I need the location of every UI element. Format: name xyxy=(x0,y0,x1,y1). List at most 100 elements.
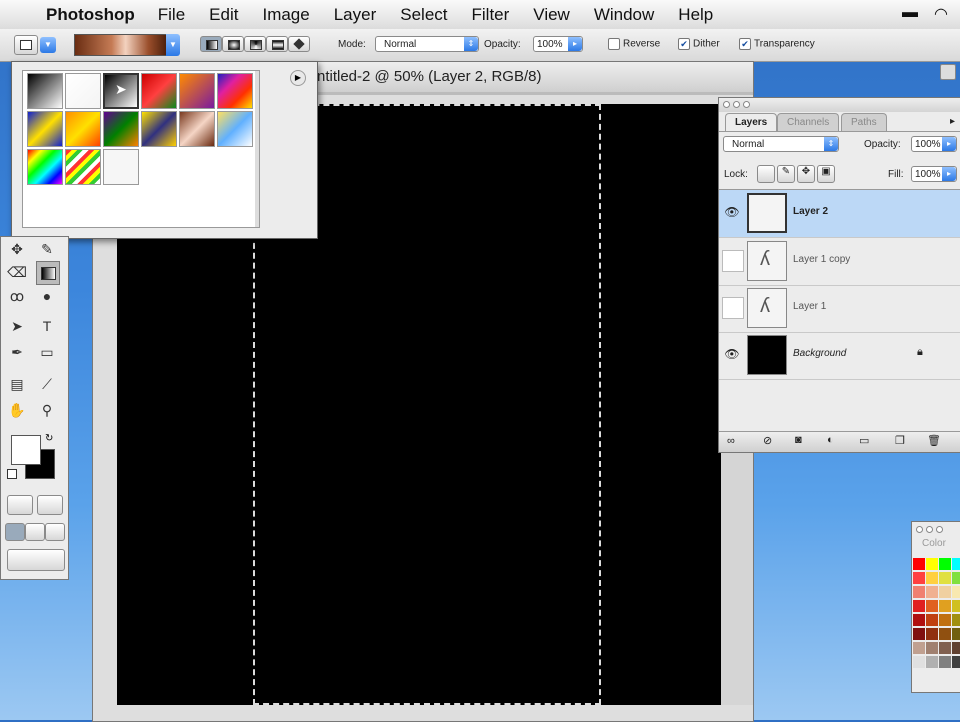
layer-opacity-field[interactable]: 100% ▸ xyxy=(911,136,957,152)
swatch[interactable] xyxy=(952,572,960,584)
new-layer-icon[interactable]: ❐ xyxy=(895,434,905,447)
visibility-toggle-empty[interactable] xyxy=(722,250,744,272)
color-panel-close-button[interactable] xyxy=(916,526,923,533)
dodge-tool-icon[interactable]: ● xyxy=(36,285,58,307)
adjustment-layer-icon[interactable]: ◐ xyxy=(827,434,834,446)
layer-row-layer-1[interactable]: ʎ Layer 1 xyxy=(719,285,960,333)
menu-window[interactable]: Window xyxy=(594,5,654,25)
swatch[interactable] xyxy=(939,586,951,598)
visibility-eye-icon[interactable]: 👁 xyxy=(722,344,742,364)
display-icon[interactable]: ▬ xyxy=(902,4,918,24)
swatch[interactable] xyxy=(939,656,951,668)
eraser-tool-icon[interactable]: ⌫ xyxy=(6,261,28,283)
transparency-checkbox[interactable]: ✔ Transparency xyxy=(739,38,815,50)
swatch[interactable] xyxy=(952,642,960,654)
layer-row-layer-2[interactable]: 👁 Layer 2 xyxy=(719,190,960,238)
lock-pixels-brush-icon[interactable]: ✎ xyxy=(777,165,795,183)
lock-position-move-icon[interactable]: ✥ xyxy=(797,165,815,183)
swatch[interactable] xyxy=(952,656,960,668)
panel-menu-arrow-icon[interactable]: ▸ xyxy=(950,116,955,127)
reverse-checkbox[interactable]: Reverse xyxy=(608,38,660,50)
swatch[interactable] xyxy=(913,558,925,570)
history-brush-tool-icon[interactable]: ✥ xyxy=(6,238,28,260)
menu-file[interactable]: File xyxy=(158,5,185,25)
swatch[interactable] xyxy=(926,628,938,640)
gradient-swatch-chrome[interactable] xyxy=(217,111,253,147)
menu-select[interactable]: Select xyxy=(400,5,447,25)
gradient-swatch-blue-yellow-blue[interactable] xyxy=(27,111,63,147)
swatch[interactable] xyxy=(939,572,951,584)
panel-close-button[interactable] xyxy=(723,101,730,108)
standard-mode-button[interactable] xyxy=(7,495,33,515)
gradient-swatch-yellow-violet[interactable] xyxy=(141,111,177,147)
screen-mode-full-button[interactable] xyxy=(45,523,65,541)
eyedropper-tool-icon[interactable]: ⟋ xyxy=(36,373,58,395)
layer-group-icon[interactable]: ▭ xyxy=(859,434,869,447)
swatch[interactable] xyxy=(939,628,951,640)
gradient-swatch-black-white[interactable] xyxy=(27,73,63,109)
angle-gradient-button[interactable] xyxy=(244,36,266,52)
jump-to-imageready-button[interactable] xyxy=(7,549,65,571)
swatch[interactable] xyxy=(952,558,960,570)
opacity-field[interactable]: 100% ▸ xyxy=(533,36,583,52)
gradient-swatch-red-green[interactable] xyxy=(141,73,177,109)
art-history-brush-tool-icon[interactable]: ✎ xyxy=(36,238,58,260)
wifi-icon[interactable]: ◠ xyxy=(934,4,948,24)
swatch[interactable] xyxy=(939,558,951,570)
swatch[interactable] xyxy=(913,628,925,640)
diamond-gradient-button[interactable] xyxy=(288,36,310,52)
gradient-swatch-transparent-stripes[interactable] xyxy=(103,149,139,185)
swatch[interactable] xyxy=(926,558,938,570)
swatch-scrollbar[interactable] xyxy=(255,71,259,227)
menu-filter[interactable]: Filter xyxy=(472,5,510,25)
gradient-swatch-violet-orange[interactable] xyxy=(179,73,215,109)
radial-gradient-button[interactable] xyxy=(222,36,244,52)
swatch[interactable] xyxy=(926,642,938,654)
menu-help[interactable]: Help xyxy=(678,5,713,25)
menu-image[interactable]: Image xyxy=(262,5,309,25)
swatch[interactable] xyxy=(913,614,925,626)
reflected-gradient-button[interactable] xyxy=(266,36,288,52)
tab-layers[interactable]: Layers xyxy=(725,113,778,132)
layer-row-background[interactable]: 👁 Background 🔒︎ xyxy=(719,332,960,380)
fill-field[interactable]: 100% ▸ xyxy=(911,166,957,182)
blur-tool-icon[interactable]: ꝏ xyxy=(6,285,28,307)
swatch[interactable] xyxy=(926,600,938,612)
foreground-color-swatch[interactable] xyxy=(11,435,41,465)
swatch[interactable] xyxy=(952,614,960,626)
swatch[interactable] xyxy=(926,572,938,584)
default-colors-icon[interactable] xyxy=(7,469,17,479)
blend-mode-dropdown[interactable]: Normal ⇕ xyxy=(723,136,839,152)
swatch[interactable] xyxy=(913,642,925,654)
gradient-swatch-blue-red-yellow[interactable] xyxy=(217,73,253,109)
linear-gradient-button[interactable] xyxy=(200,36,222,52)
lock-transparency-icon[interactable] xyxy=(757,165,775,183)
gradient-swatch-violet-green-orange[interactable] xyxy=(103,111,139,147)
tool-preset-dropdown-arrow[interactable]: ▼ xyxy=(40,37,56,53)
swatch[interactable] xyxy=(926,614,938,626)
gradient-picker-arrow[interactable]: ▼ xyxy=(166,34,180,56)
visibility-eye-icon[interactable]: 👁 xyxy=(722,202,742,222)
dither-checkbox[interactable]: ✔ Dither xyxy=(678,38,720,50)
hand-tool-icon[interactable]: ✋ xyxy=(6,399,28,421)
screen-mode-standard-button[interactable] xyxy=(5,523,25,541)
type-tool-icon[interactable]: T xyxy=(36,315,58,337)
notes-tool-icon[interactable]: ▤ xyxy=(6,373,28,395)
menu-view[interactable]: View xyxy=(533,5,570,25)
gradient-swatch-orange-yellow[interactable] xyxy=(65,111,101,147)
color-panel-minimize-button[interactable] xyxy=(926,526,933,533)
swatch[interactable] xyxy=(913,572,925,584)
window-zoom-widget[interactable] xyxy=(940,64,956,80)
menu-edit[interactable]: Edit xyxy=(209,5,238,25)
mode-dropdown[interactable]: Normal ⇕ xyxy=(375,36,479,52)
layers-panel-titlebar[interactable] xyxy=(719,98,960,112)
color-panel-zoom-button[interactable] xyxy=(936,526,943,533)
gradient-swatch-selected[interactable]: ➤ xyxy=(103,73,139,109)
swatch[interactable] xyxy=(952,628,960,640)
swatch[interactable] xyxy=(913,600,925,612)
zoom-tool-icon[interactable]: ⚲ xyxy=(36,399,58,421)
swatch[interactable] xyxy=(913,656,925,668)
gradient-swatch-transparent[interactable] xyxy=(65,73,101,109)
picker-menu-arrow-icon[interactable]: ▶ xyxy=(290,70,306,86)
quick-mask-mode-button[interactable] xyxy=(37,495,63,515)
